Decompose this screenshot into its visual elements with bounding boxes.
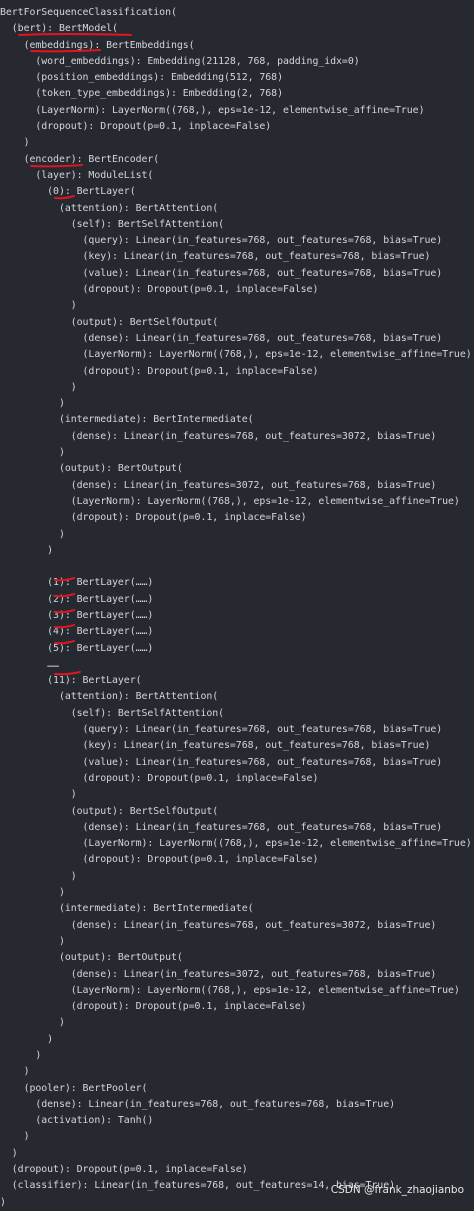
code-line: (self): BertSelfAttention(: [0, 707, 225, 719]
code-line: (2): BertLayer(……): [0, 593, 154, 605]
code-line: (attention): BertAttention(: [0, 202, 219, 214]
code-line: BertForSequenceClassification(: [0, 7, 177, 18]
code-line: (bert): BertModel(: [0, 23, 118, 35]
code-line: (intermediate): BertIntermediate(: [0, 414, 254, 426]
code-line: ): [0, 870, 77, 882]
code-line: ): [0, 137, 30, 149]
code-line: ): [0, 789, 77, 801]
code-line: (query): Linear(in_features=768, out_fea…: [0, 235, 443, 247]
code-line: ): [0, 1196, 6, 1208]
code-line: ): [0, 1131, 30, 1143]
code-line: ): [0, 1033, 54, 1045]
code-line: (dropout): Dropout(p=0.1, inplace=False): [0, 772, 319, 784]
code-line: (pooler): BertPooler(: [0, 1082, 148, 1094]
code-line: ): [0, 935, 65, 947]
code-line: (output): BertOutput(: [0, 952, 183, 964]
code-line: (dropout): Dropout(p=0.1, inplace=False): [0, 121, 272, 133]
code-output-panel: BertForSequenceClassification( (bert): B…: [0, 0, 474, 1208]
code-line: ): [0, 398, 65, 410]
code-line: (dense): Linear(in_features=768, out_fea…: [0, 919, 437, 931]
code-line: (dropout): Dropout(p=0.1, inplace=False): [0, 1164, 248, 1176]
code-line: (output): BertSelfOutput(: [0, 316, 219, 328]
code-line: ): [0, 381, 77, 393]
code-line: (key): Linear(in_features=768, out_featu…: [0, 740, 431, 752]
code-line: ……: [0, 658, 59, 670]
code-line: ): [0, 1066, 30, 1078]
code-line: (dense): Linear(in_features=3072, out_fe…: [0, 479, 437, 491]
code-line: (layer): ModuleList(: [0, 169, 154, 181]
code-line: (embeddings): BertEmbeddings(: [0, 39, 195, 51]
code-line: (output): BertSelfOutput(: [0, 805, 219, 817]
code-line: (self): BertSelfAttention(: [0, 218, 225, 230]
code-line: (dropout): Dropout(p=0.1, inplace=False): [0, 284, 319, 296]
code-line: ): [0, 528, 65, 540]
code-line: (11): BertLayer(: [0, 675, 142, 687]
code-line: (LayerNorm): LayerNorm((768,), eps=1e-12…: [0, 984, 460, 996]
code-line: (dropout): Dropout(p=0.1, inplace=False): [0, 1001, 307, 1013]
code-line: ): [0, 544, 54, 556]
code-line: (dense): Linear(in_features=768, out_fea…: [0, 430, 437, 442]
code-line: (dense): Linear(in_features=768, out_fea…: [0, 821, 443, 833]
code-line: (activation): Tanh(): [0, 1115, 154, 1127]
code-line: (1): BertLayer(……): [0, 577, 154, 589]
code-line: (4): BertLayer(……): [0, 626, 154, 638]
code-line: (0): BertLayer(: [0, 186, 136, 198]
code-line: (token_type_embeddings): Embedding(2, 76…: [0, 88, 283, 100]
code-line: (LayerNorm): LayerNorm((768,), eps=1e-12…: [0, 495, 460, 507]
code-line: (dense): Linear(in_features=3072, out_fe…: [0, 968, 437, 980]
code-line: (5): BertLayer(……): [0, 642, 154, 654]
code-line: ): [0, 1050, 42, 1061]
code-line: ): [0, 1147, 18, 1159]
code-line: (word_embeddings): Embedding(21128, 768,…: [0, 55, 360, 67]
code-line: (LayerNorm): LayerNorm((768,), eps=1e-12…: [0, 838, 472, 850]
code-line: (dropout): Dropout(p=0.1, inplace=False): [0, 512, 307, 524]
code-line: (3): BertLayer(……): [0, 609, 154, 621]
code-line: ): [0, 447, 65, 459]
code-line: ): [0, 887, 65, 899]
code-line: (position_embeddings): Embedding(512, 76…: [0, 72, 283, 84]
code-line: (dropout): Dropout(p=0.1, inplace=False): [0, 854, 319, 866]
code-line: (dense): Linear(in_features=768, out_fea…: [0, 332, 443, 344]
code-line: ): [0, 1017, 65, 1029]
code-line: (output): BertOutput(: [0, 463, 183, 475]
code-line: (attention): BertAttention(: [0, 691, 219, 703]
code-line: (key): Linear(in_features=768, out_featu…: [0, 251, 431, 263]
code-line: (LayerNorm): LayerNorm((768,), eps=1e-12…: [0, 349, 472, 361]
code-line: (value): Linear(in_features=768, out_fea…: [0, 756, 443, 768]
code-line: (value): Linear(in_features=768, out_fea…: [0, 267, 443, 279]
code-line: (encoder): BertEncoder(: [0, 153, 160, 165]
code-line: (query): Linear(in_features=768, out_fea…: [0, 724, 443, 736]
code-line: (intermediate): BertIntermediate(: [0, 903, 254, 915]
code-line: (dropout): Dropout(p=0.1, inplace=False): [0, 365, 319, 377]
code-line: (LayerNorm): LayerNorm((768,), eps=1e-12…: [0, 104, 425, 116]
code-line: ): [0, 300, 77, 312]
csdn-watermark: CSDN @frank_zhaojianbo: [330, 1184, 464, 1196]
code-line: (dense): Linear(in_features=768, out_fea…: [0, 1098, 395, 1110]
